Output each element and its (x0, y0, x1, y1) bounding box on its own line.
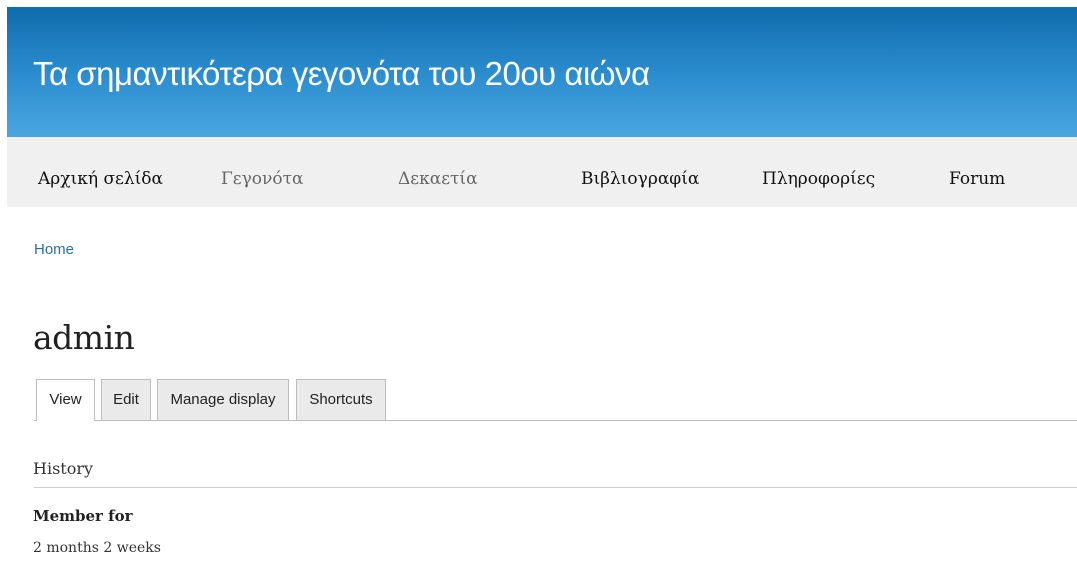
tab-edit[interactable]: Edit (101, 379, 151, 420)
site-header: Τα σημαντικότερα γεγονότα του 20ου αιώνα (7, 7, 1077, 137)
member-for-value: 2 months 2 weeks (33, 540, 161, 556)
nav-item-bibliography[interactable]: Βιβλιογραφία (581, 169, 699, 189)
nav-item-home[interactable]: Αρχική σελίδα (38, 169, 163, 189)
tabs-divider (34, 420, 1077, 421)
nav-item-forum[interactable]: Forum (949, 169, 1005, 189)
tab-manage-display[interactable]: Manage display (157, 379, 289, 420)
history-heading: History (33, 459, 94, 478)
tab-view[interactable]: View (36, 379, 95, 421)
member-for-label: Member for (33, 507, 133, 525)
site-title[interactable]: Τα σημαντικότερα γεγονότα του 20ου αιώνα (33, 55, 650, 93)
history-divider (34, 487, 1077, 488)
breadcrumb-home-link[interactable]: Home (34, 241, 74, 258)
nav-item-decade[interactable]: Δεκαετία (398, 169, 478, 189)
main-navigation: Αρχική σελίδα Γεγονότα Δεκαετία Βιβλιογρ… (7, 137, 1077, 207)
page-title: admin (33, 318, 135, 357)
nav-item-events[interactable]: Γεγονότα (221, 169, 303, 189)
nav-item-information[interactable]: Πληροφορίες (762, 169, 875, 189)
tab-shortcuts[interactable]: Shortcuts (296, 379, 386, 420)
